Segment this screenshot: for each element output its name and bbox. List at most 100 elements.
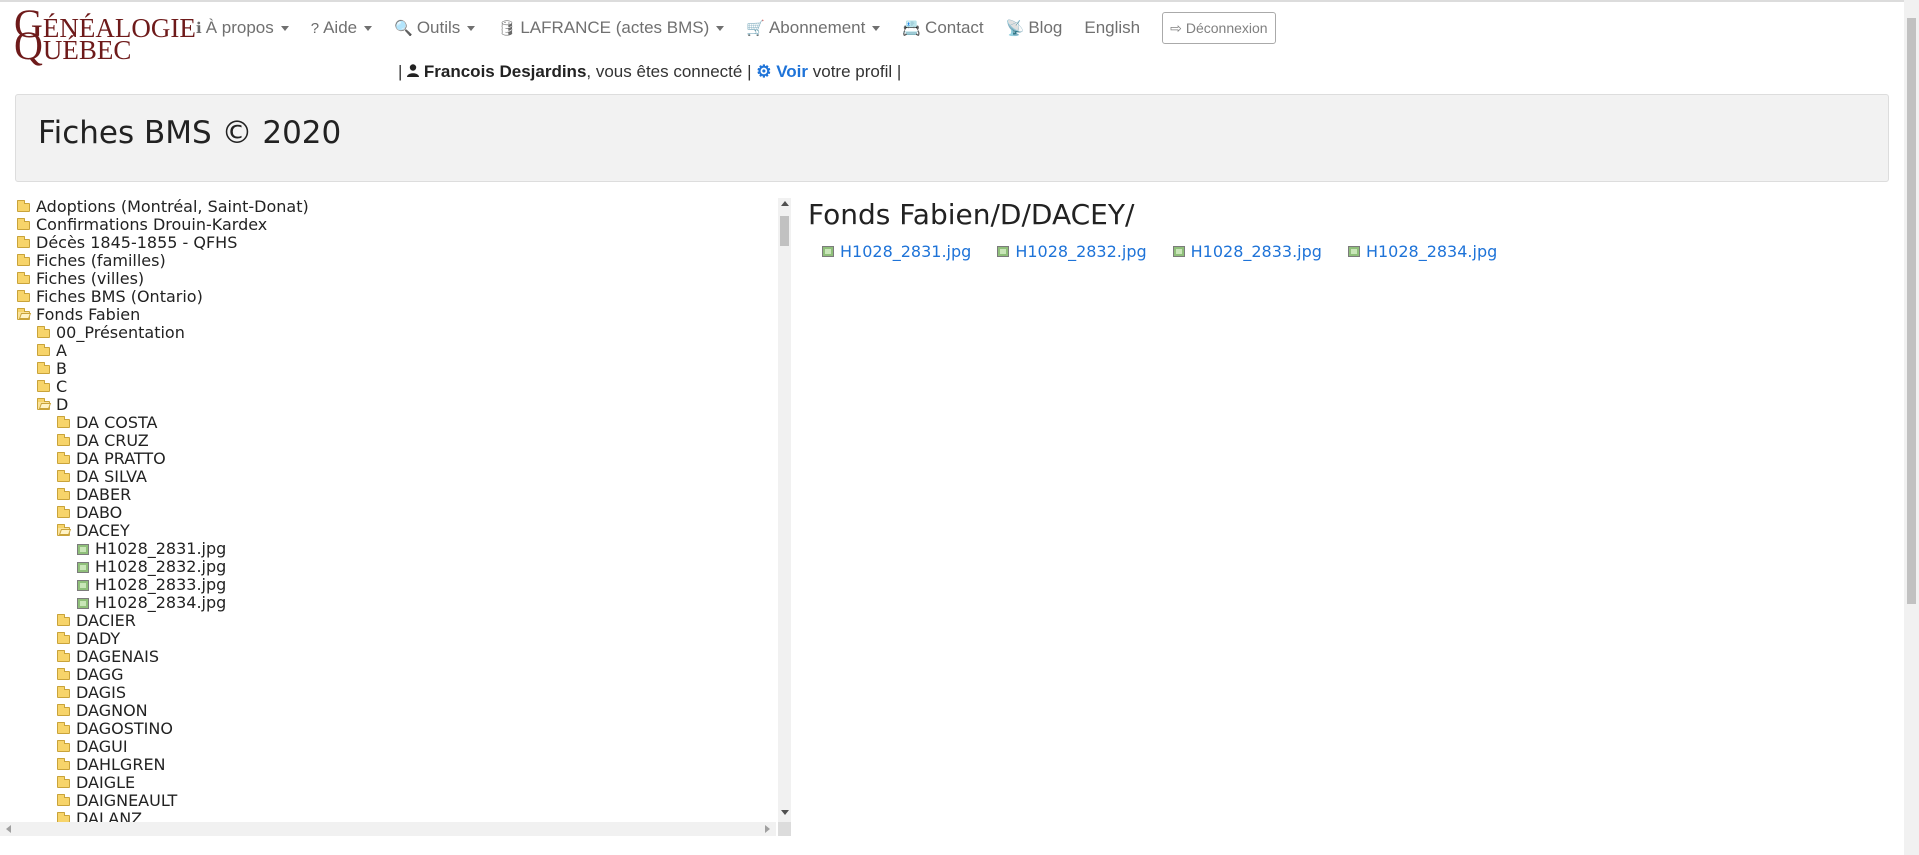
image-file-icon [1347, 246, 1360, 257]
folder-icon [57, 775, 70, 788]
nav-item-lafrance-actes-bms[interactable]: 🛢 LAFRANCE (actes BMS) [497, 18, 725, 38]
tree-folder-item[interactable]: DA CRUZ [15, 432, 309, 450]
tree-folder-item[interactable]: DAGIS [15, 684, 309, 702]
tree-item-label: DAIGLE [76, 773, 136, 792]
folder-icon [17, 199, 30, 212]
folder-icon [57, 613, 70, 626]
scroll-right-arrow-icon[interactable] [765, 825, 770, 833]
info-icon: ℹ [196, 20, 202, 37]
tree-folder-item[interactable]: DAGOSTINO [15, 720, 309, 738]
folder-open-icon [37, 397, 50, 410]
tree-folder-item[interactable]: DAIGLE [15, 774, 309, 792]
tree-folder-item[interactable]: DA COSTA [15, 414, 309, 432]
tree-folder-item[interactable]: DADY [15, 630, 309, 648]
file-link[interactable]: H1028_2833.jpg [1172, 242, 1322, 261]
tree-folder-item[interactable]: 00_Présentation [15, 324, 309, 342]
tree-folder-item[interactable]: DAGNON [15, 702, 309, 720]
user-status-line: | Francois Desjardins, vous êtes connect… [398, 62, 901, 82]
tree-horizontal-scrollbar[interactable] [0, 822, 776, 836]
tree-item-label: DA PRATTO [76, 449, 166, 468]
image-file-icon [1172, 246, 1185, 257]
tree-folder-item[interactable]: DACEY [15, 522, 309, 540]
tree-folder-item[interactable]: B [15, 360, 309, 378]
file-link[interactable]: H1028_2831.jpg [822, 242, 971, 261]
tree-folder-item[interactable]: DA SILVA [15, 468, 309, 486]
tree-folder-item[interactable]: DAHLGREN [15, 756, 309, 774]
folder-icon [57, 811, 70, 822]
folder-icon [57, 685, 70, 698]
tree-folder-item[interactable]: Fiches BMS (Ontario) [15, 288, 309, 306]
caret-down-icon [364, 25, 373, 31]
page-title: Fiches BMS © 2020 [38, 115, 342, 151]
logout-button[interactable]: ⇨ Déconnexion [1162, 12, 1276, 44]
tree-folder-item[interactable]: DALANZ [15, 810, 309, 822]
page-scrollbar[interactable] [1904, 0, 1919, 855]
file-name: H1028_2833.jpg [1190, 242, 1322, 261]
tree-folder-item[interactable]: DAGG [15, 666, 309, 684]
nav-label: Aide [323, 18, 358, 37]
scroll-thumb[interactable] [780, 216, 789, 246]
tree-folder-item[interactable]: Confirmations Drouin-Kardex [15, 216, 309, 234]
scroll-left-arrow-icon[interactable] [6, 825, 11, 833]
tree-file-item[interactable]: H1028_2831.jpg [15, 540, 309, 558]
nav-item-propos[interactable]: ℹÀ propos [196, 18, 289, 38]
nav-item-blog[interactable]: 📡 Blog [1006, 18, 1063, 38]
tree-folder-item[interactable]: DAGENAIS [15, 648, 309, 666]
genealogie-quebec-logo[interactable]: GÉNÉALOGIE QUÉBEC [14, 4, 196, 66]
tree-folder-item[interactable]: DAIGNEAULT [15, 792, 309, 810]
search-icon: 🔍 [394, 20, 413, 37]
file-link[interactable]: H1028_2834.jpg [1347, 242, 1497, 261]
nav-item-contact[interactable]: 📇 Contact [902, 18, 983, 38]
caret-down-icon [716, 25, 725, 31]
tree-item-label: 00_Présentation [56, 323, 185, 342]
folder-tree: Adoptions (Montréal, Saint-Donat) Confirm… [15, 198, 309, 822]
tree-folder-item[interactable]: Fonds Fabien [15, 306, 309, 324]
page-scroll-thumb[interactable] [1907, 18, 1916, 604]
view-profile-link[interactable]: ⚙ Voir votre profil [756, 62, 897, 81]
rss-icon: 📡 [1005, 20, 1025, 37]
tree-folder-item[interactable]: DABO [15, 504, 309, 522]
tree-folder-item[interactable]: Adoptions (Montréal, Saint-Donat) [15, 198, 309, 216]
tree-item-label: DABER [76, 485, 132, 504]
tree-item-label: DACEY [76, 521, 130, 540]
folder-tree-pane[interactable]: Adoptions (Montréal, Saint-Donat) Confirm… [15, 198, 777, 822]
nav-item-abonnement[interactable]: 🛒 Abonnement [746, 18, 881, 38]
tree-item-label: D [56, 395, 69, 414]
file-name: H1028_2832.jpg [1015, 242, 1147, 261]
tree-file-item[interactable]: H1028_2832.jpg [15, 558, 309, 576]
cart-icon: 🛒 [746, 20, 765, 37]
separator: | [398, 62, 403, 81]
nav-label: Abonnement [768, 18, 866, 37]
nav-label: Blog [1028, 18, 1063, 37]
tree-folder-item[interactable]: DABER [15, 486, 309, 504]
tree-folder-item[interactable]: DACIER [15, 612, 309, 630]
nav-label: Contact [925, 18, 984, 37]
page-header: Fiches BMS © 2020 [15, 94, 1889, 182]
tree-folder-item[interactable]: C [15, 378, 309, 396]
scroll-down-arrow-icon[interactable] [781, 810, 789, 815]
tree-folder-item[interactable]: A [15, 342, 309, 360]
tree-folder-item[interactable]: D [15, 396, 309, 414]
tree-file-item[interactable]: H1028_2833.jpg [15, 576, 309, 594]
caret-down-icon [467, 25, 476, 31]
scroll-up-arrow-icon[interactable] [781, 201, 789, 206]
tree-item-label: Fiches BMS (Ontario) [36, 287, 203, 306]
nav-item-english[interactable]: English [1084, 18, 1140, 38]
tree-vertical-scrollbar[interactable] [778, 198, 791, 822]
tree-folder-item[interactable]: DA PRATTO [15, 450, 309, 468]
tree-folder-item[interactable]: Fiches (familles) [15, 252, 309, 270]
tree-item-label: Fonds Fabien [36, 305, 141, 324]
nav-item-outils[interactable]: 🔍 Outils [394, 18, 476, 38]
tree-folder-item[interactable]: DAGUI [15, 738, 309, 756]
file-link[interactable]: H1028_2832.jpg [997, 242, 1147, 261]
user-icon [407, 62, 424, 81]
tree-item-label: Fiches (villes) [36, 269, 145, 288]
nav-item-aide[interactable]: ? Aide [311, 18, 373, 38]
tree-file-item[interactable]: H1028_2834.jpg [15, 594, 309, 612]
folder-icon [37, 325, 50, 338]
tree-folder-item[interactable]: Fiches (villes) [15, 270, 309, 288]
tree-item-label: Confirmations Drouin-Kardex [36, 215, 268, 234]
connected-text: , vous êtes connecté [586, 62, 743, 81]
tree-folder-item[interactable]: Décès 1845-1855 - QFHS [15, 234, 309, 252]
tree-item-label: H1028_2834.jpg [95, 593, 227, 612]
